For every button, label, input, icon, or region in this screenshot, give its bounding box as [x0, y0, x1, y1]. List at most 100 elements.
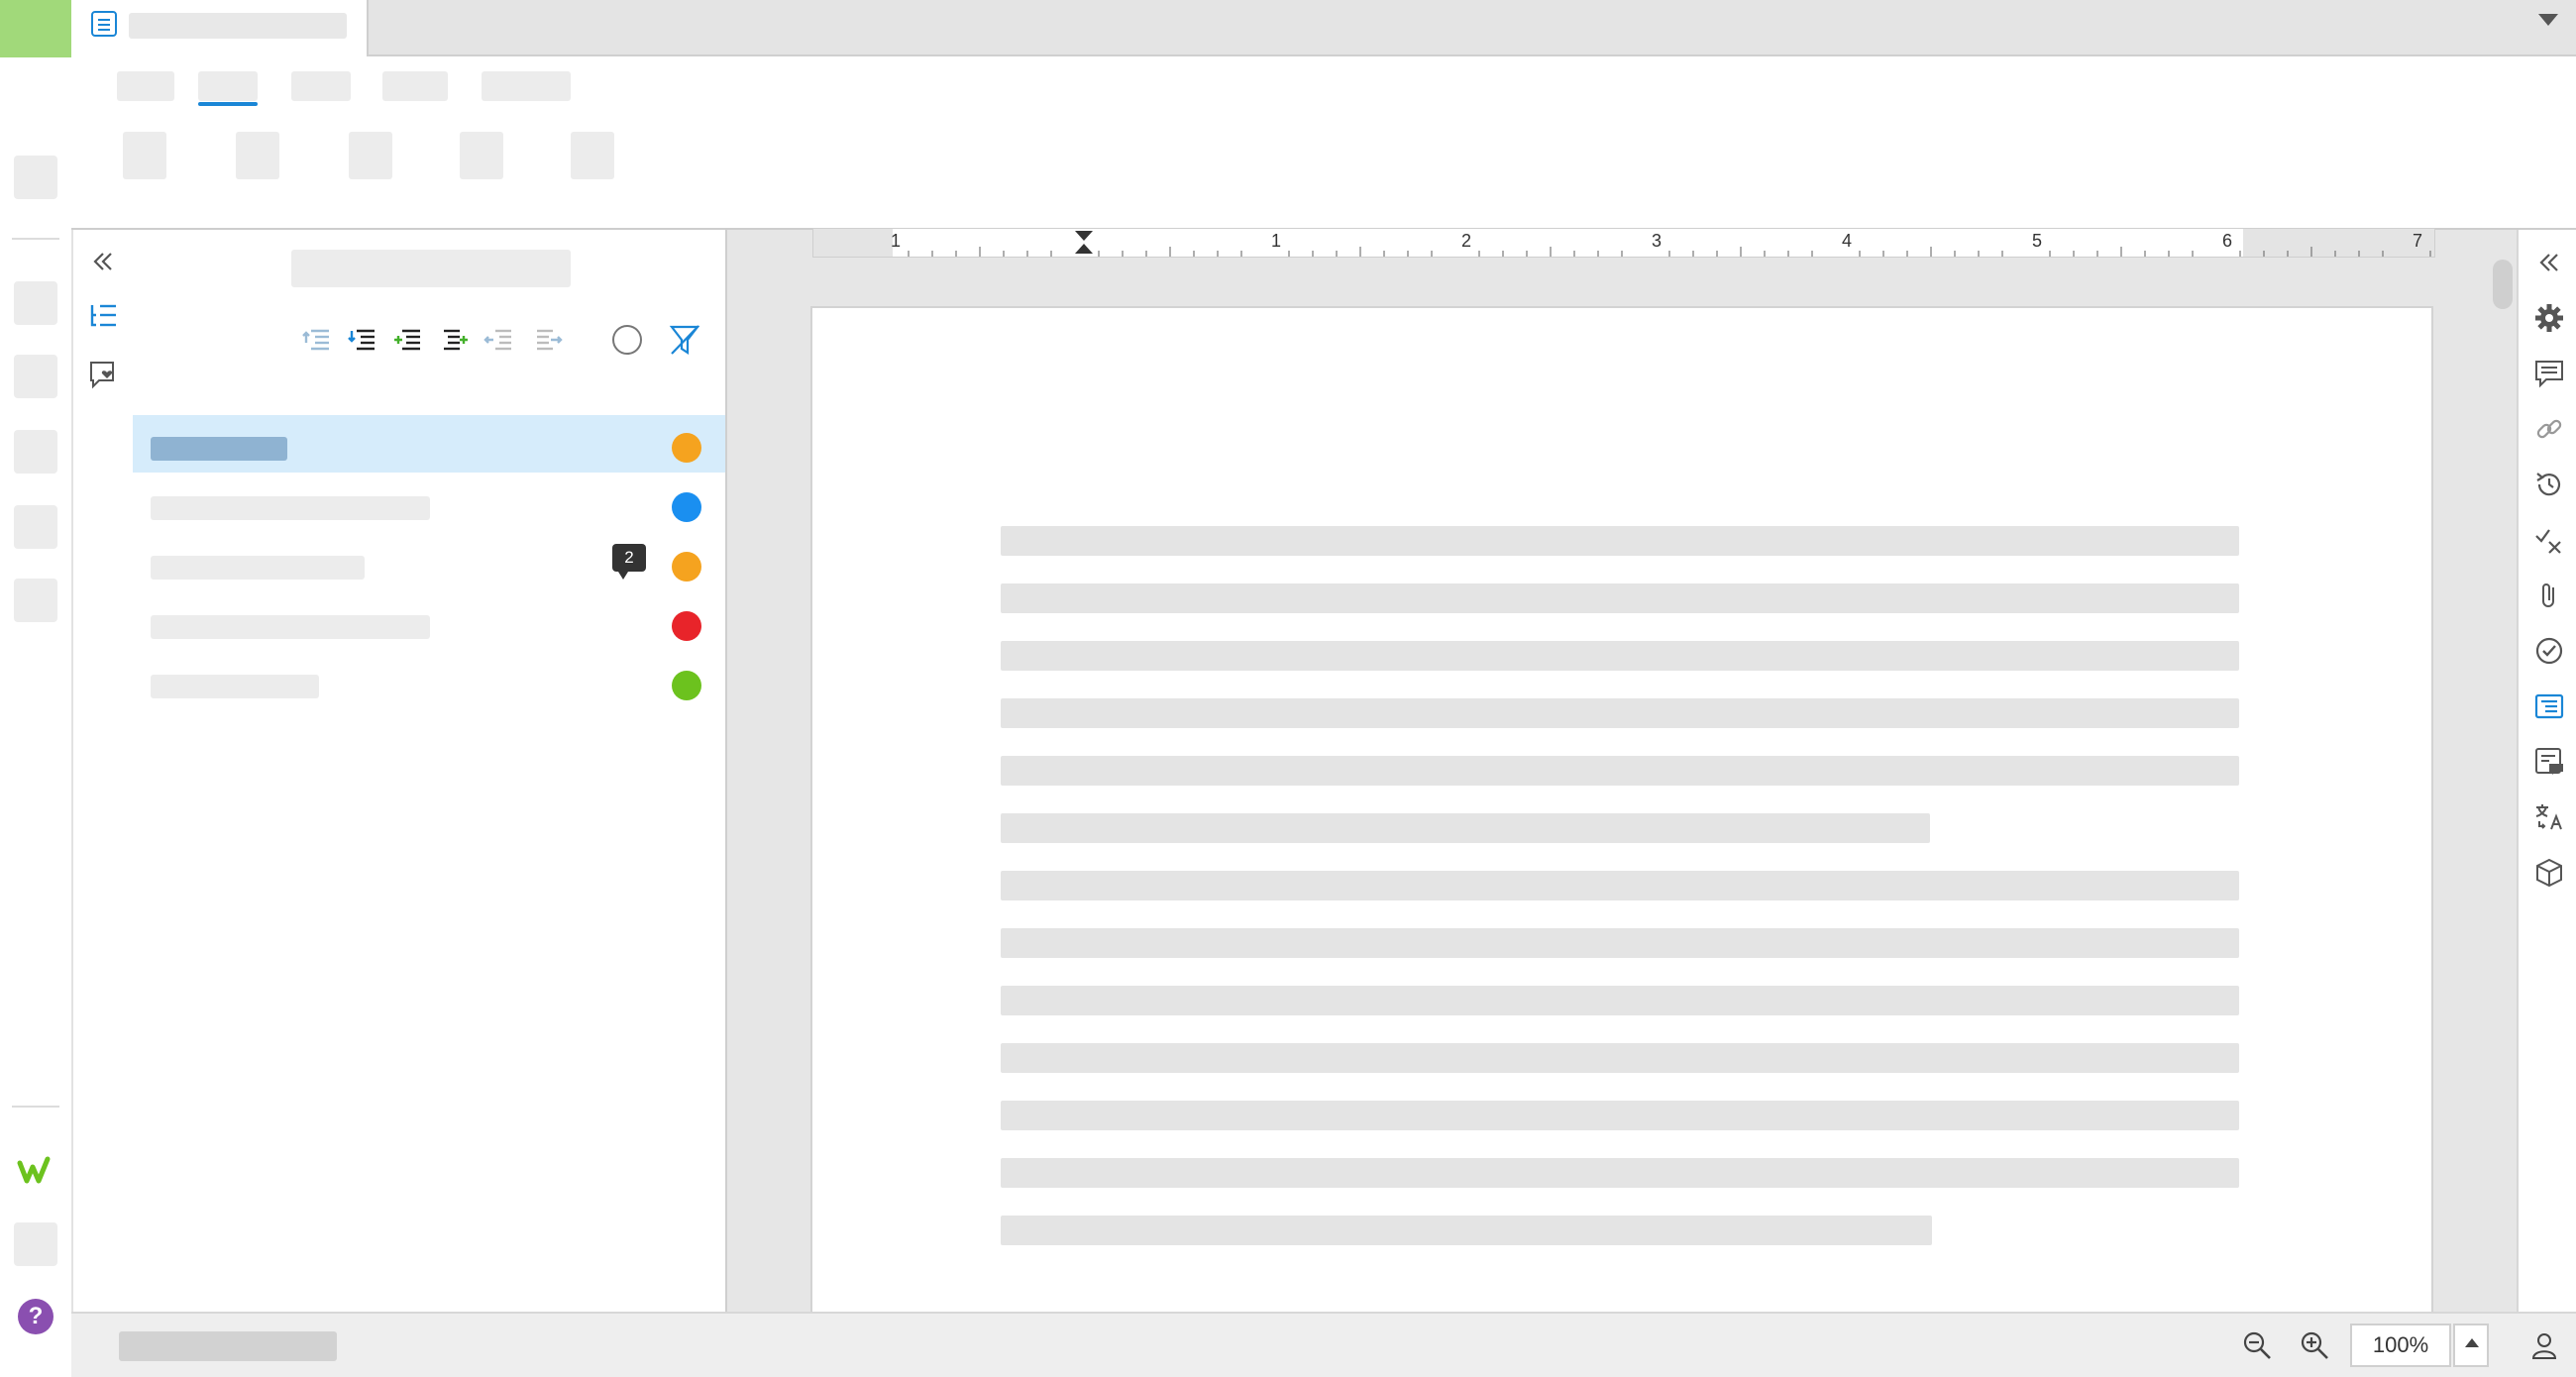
ribbon-button[interactable] — [236, 132, 279, 179]
rail-button[interactable] — [14, 281, 57, 325]
comment-count-badge[interactable]: 2 — [612, 544, 646, 580]
ruler-label: 2 — [1461, 231, 1472, 251]
ruler-label: 3 — [1652, 231, 1663, 251]
outline-item[interactable] — [133, 415, 725, 473]
outline-item-label — [151, 615, 430, 639]
rail-button[interactable] — [14, 355, 57, 398]
text-line — [1001, 871, 2239, 900]
ribbon-tab[interactable] — [117, 71, 174, 101]
check-circle-icon[interactable] — [2532, 634, 2566, 668]
document-tab-title — [129, 13, 347, 39]
ribbon — [71, 56, 2576, 230]
zoom-menu-chevron-up-icon[interactable] — [2453, 1324, 2489, 1367]
indent-marker-icon — [1075, 231, 1093, 254]
cube-icon[interactable] — [2532, 856, 2566, 890]
text-line — [1001, 986, 2239, 1015]
rail-button[interactable] — [14, 505, 57, 549]
help-icon[interactable]: ? — [18, 1299, 54, 1334]
panel-toolstrip — [73, 230, 134, 1312]
rail-divider — [12, 1106, 59, 1108]
outline-panel-icon[interactable] — [2532, 689, 2566, 723]
gear-icon[interactable] — [2532, 301, 2566, 335]
ruler-label: 4 — [1842, 231, 1853, 251]
outline-item-label — [151, 675, 319, 698]
document-tab[interactable] — [71, 0, 369, 56]
text-line — [1001, 813, 1930, 843]
rail-divider — [12, 238, 59, 240]
document-icon — [91, 11, 117, 37]
text-line — [1001, 583, 2239, 613]
rail-button[interactable] — [14, 579, 57, 622]
zoom-out-icon[interactable] — [2237, 1325, 2277, 1365]
tab-menu-chevron-down-icon[interactable] — [2538, 14, 2558, 26]
rail-button[interactable] — [14, 156, 57, 199]
status-dot-green[interactable] — [672, 671, 701, 700]
status-dot-orange[interactable] — [672, 433, 701, 463]
rail-button[interactable] — [14, 1222, 57, 1266]
ribbon-button[interactable] — [123, 132, 166, 179]
zoom-in-icon[interactable] — [2295, 1325, 2334, 1365]
history-icon[interactable] — [2532, 468, 2566, 501]
comment-icon[interactable] — [2532, 357, 2566, 390]
track-changes-icon[interactable] — [2532, 523, 2566, 557]
ribbon-button[interactable] — [571, 132, 614, 179]
ribbon-button[interactable] — [349, 132, 392, 179]
outline-icon[interactable] — [87, 301, 119, 333]
workiva-logo-icon[interactable] — [14, 1149, 57, 1193]
ribbon-tab[interactable] — [382, 71, 448, 101]
outline-item-label — [151, 556, 365, 580]
outline-item[interactable] — [133, 475, 725, 532]
expand-panel-icon[interactable] — [2532, 246, 2566, 279]
home-tile[interactable] — [0, 0, 71, 57]
ruler-label: 7 — [2413, 231, 2423, 251]
text-line — [1001, 641, 2239, 671]
comment-heart-icon[interactable] — [87, 359, 119, 390]
text-line — [1001, 1158, 2239, 1188]
ruler[interactable]: 1 1 2 3 4 5 6 7 — [812, 228, 2503, 258]
status-dot-red[interactable] — [672, 611, 701, 641]
ruler-label: 5 — [2032, 231, 2043, 251]
ribbon-tab[interactable] — [482, 71, 571, 101]
text-line — [1001, 1043, 2239, 1073]
app-rail: ? — [0, 0, 73, 1375]
document-page[interactable] — [810, 306, 2433, 1321]
ribbon-button[interactable] — [460, 132, 503, 179]
outline-item[interactable]: 2 — [133, 534, 725, 591]
right-sidebar — [2517, 230, 2576, 1312]
outline-toolbar — [301, 323, 610, 357]
ribbon-tab[interactable] — [291, 71, 351, 101]
text-line — [1001, 1216, 1932, 1245]
outline-panel-title — [291, 250, 571, 287]
text-line — [1001, 526, 2239, 556]
vertical-scrollbar-thumb[interactable] — [2493, 260, 2513, 309]
ruler-ticks — [813, 229, 2503, 257]
status-filter-circle-icon[interactable] — [612, 325, 642, 355]
outline-panel: 2 — [133, 230, 727, 1312]
rail-button[interactable] — [14, 430, 57, 474]
ribbon-tab-active[interactable] — [198, 71, 258, 101]
filter-off-icon[interactable] — [668, 323, 701, 357]
document-comment-icon[interactable] — [2532, 745, 2566, 779]
status-bar: 100% — [71, 1312, 2576, 1377]
outline-toolbar-icons[interactable] — [301, 323, 610, 357]
active-tab-indicator — [198, 102, 258, 106]
ruler-label: 1 — [891, 231, 902, 251]
outline-item[interactable] — [133, 653, 725, 710]
tab-bar — [71, 0, 2576, 56]
text-line — [1001, 756, 2239, 786]
status-dot-blue[interactable] — [672, 492, 701, 522]
attachment-icon[interactable] — [2532, 579, 2566, 612]
link-icon[interactable] — [2532, 412, 2566, 446]
ruler-label: 6 — [2222, 231, 2233, 251]
ruler-label: 1 — [1271, 231, 1282, 251]
zoom-level-field[interactable]: 100% — [2350, 1324, 2451, 1367]
collapse-panel-icon[interactable] — [89, 248, 117, 275]
translate-icon[interactable] — [2532, 800, 2566, 834]
text-line — [1001, 698, 2239, 728]
user-icon[interactable] — [2524, 1325, 2564, 1365]
status-dot-orange[interactable] — [672, 552, 701, 582]
status-text — [119, 1331, 337, 1361]
text-line — [1001, 1101, 2239, 1130]
outline-item[interactable] — [133, 593, 725, 651]
outline-item-label — [151, 437, 287, 461]
